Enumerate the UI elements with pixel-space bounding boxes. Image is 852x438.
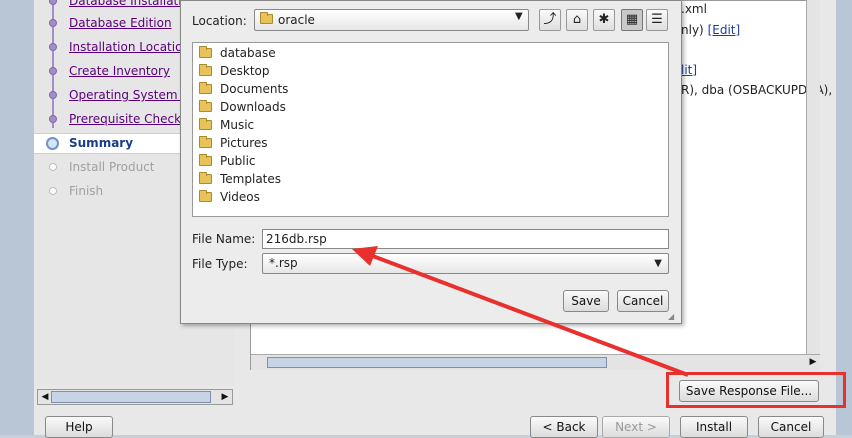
annotation-arrow-line (369, 253, 689, 377)
annotation-arrow (352, 246, 689, 377)
